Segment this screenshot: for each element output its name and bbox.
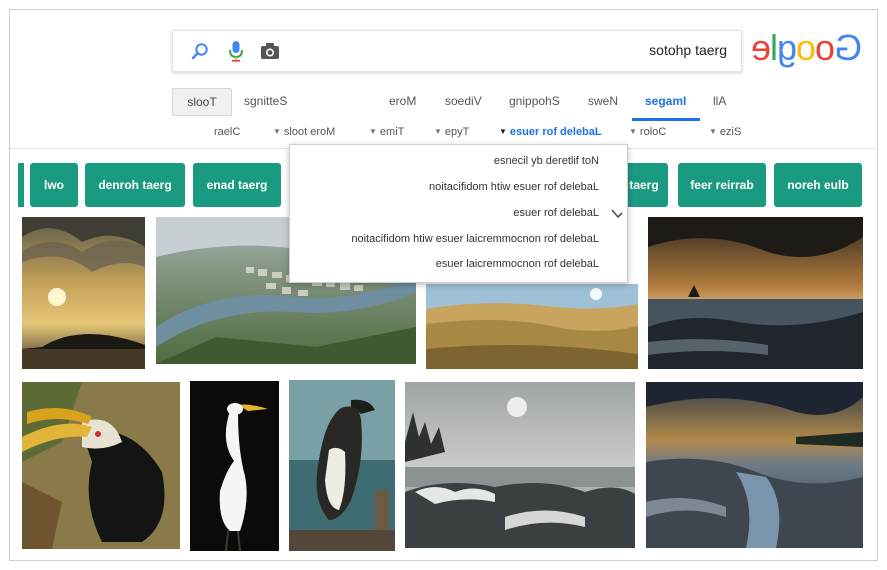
tab-shopping[interactable]: Shopping bbox=[509, 94, 560, 108]
search-box[interactable]: great photos bbox=[172, 30, 742, 72]
chevron-down-icon: ▼ bbox=[434, 127, 442, 136]
search-input[interactable]: great photos bbox=[649, 42, 727, 58]
filter-color[interactable]: Color▼ bbox=[626, 126, 666, 138]
chevron-down-icon: ▼ bbox=[629, 127, 637, 136]
chip-blue-heron[interactable]: blue heron bbox=[774, 163, 862, 207]
tab-all[interactable]: All bbox=[713, 94, 726, 108]
great-auk-image bbox=[289, 380, 395, 551]
filter-type-label: Type bbox=[444, 126, 470, 138]
chevron-down-icon: ▼ bbox=[369, 127, 377, 136]
tab-news[interactable]: News bbox=[588, 94, 618, 108]
filter-clear[interactable]: Clear bbox=[214, 126, 240, 138]
chip-barrier-reef[interactable]: barrier reef bbox=[678, 163, 766, 207]
filter-time[interactable]: Time▼ bbox=[366, 126, 404, 138]
tools-button[interactable]: Tools bbox=[172, 88, 232, 116]
filter-more-tools[interactable]: More tools▼ bbox=[270, 126, 335, 138]
chevron-down-icon: ▼ bbox=[499, 127, 507, 136]
filter-time-label: Time bbox=[379, 126, 405, 138]
hills-landscape-image bbox=[426, 284, 638, 369]
menu-item-reuse[interactable]: Labeled for reuse bbox=[513, 207, 599, 219]
tab-more[interactable]: More bbox=[389, 94, 416, 108]
image-result[interactable] bbox=[22, 382, 180, 549]
menu-item-noncommercial[interactable]: Labeled for noncommercial reuse bbox=[436, 258, 599, 270]
filter-size-label: Size bbox=[719, 126, 742, 138]
rocky-coast-image bbox=[646, 382, 863, 548]
hornbill-image bbox=[22, 382, 180, 549]
menu-item-noncommercial-with-modification[interactable]: Labeled for noncommercial reuse with mod… bbox=[351, 233, 599, 245]
image-result[interactable] bbox=[646, 382, 863, 548]
chip-great-horned[interactable]: great horned bbox=[85, 163, 185, 207]
usage-rights-menu: Not filtered by license Labeled for reus… bbox=[289, 144, 628, 283]
menu-item-not-filtered[interactable]: Not filtered by license bbox=[494, 155, 599, 167]
image-result[interactable] bbox=[190, 381, 279, 551]
microphone-icon[interactable] bbox=[225, 39, 247, 63]
image-result[interactable] bbox=[289, 380, 395, 551]
google-logo[interactable]: Google bbox=[752, 24, 862, 72]
menu-item-reuse-with-modification[interactable]: Labeled for reuse with modification bbox=[429, 181, 599, 193]
image-result[interactable] bbox=[405, 382, 635, 548]
sunset-sea-image bbox=[22, 217, 145, 369]
image-result[interactable] bbox=[426, 284, 638, 369]
filter-color-label: Color bbox=[639, 126, 667, 138]
camera-icon[interactable] bbox=[259, 40, 281, 62]
filter-size[interactable]: Size▼ bbox=[706, 126, 741, 138]
chevron-down-icon: ▼ bbox=[709, 127, 717, 136]
checkmark-icon bbox=[610, 207, 624, 221]
filter-type[interactable]: Type▼ bbox=[431, 126, 469, 138]
chip-great-dane[interactable]: great dane bbox=[193, 163, 281, 207]
chip-owl[interactable]: owl bbox=[30, 163, 78, 207]
image-result[interactable] bbox=[22, 217, 145, 369]
filter-usage-rights[interactable]: Labeled for reuse▼ bbox=[496, 126, 602, 138]
filter-usage-rights-label: Labeled for reuse bbox=[509, 126, 602, 138]
chip-scroll-edge[interactable] bbox=[18, 163, 24, 207]
image-result[interactable] bbox=[648, 217, 863, 369]
filter-more-tools-label: More tools bbox=[283, 126, 336, 138]
white-egret-image bbox=[190, 381, 279, 551]
tab-images[interactable]: Images bbox=[645, 94, 686, 108]
settings-link[interactable]: Settings bbox=[244, 94, 287, 108]
rocky-shore-dusk-image bbox=[648, 217, 863, 369]
icy-shore-image bbox=[405, 382, 635, 548]
chevron-down-icon: ▼ bbox=[273, 127, 281, 136]
active-tab-indicator bbox=[632, 118, 700, 121]
tab-videos[interactable]: Videos bbox=[445, 94, 482, 108]
search-icon[interactable] bbox=[189, 40, 211, 62]
